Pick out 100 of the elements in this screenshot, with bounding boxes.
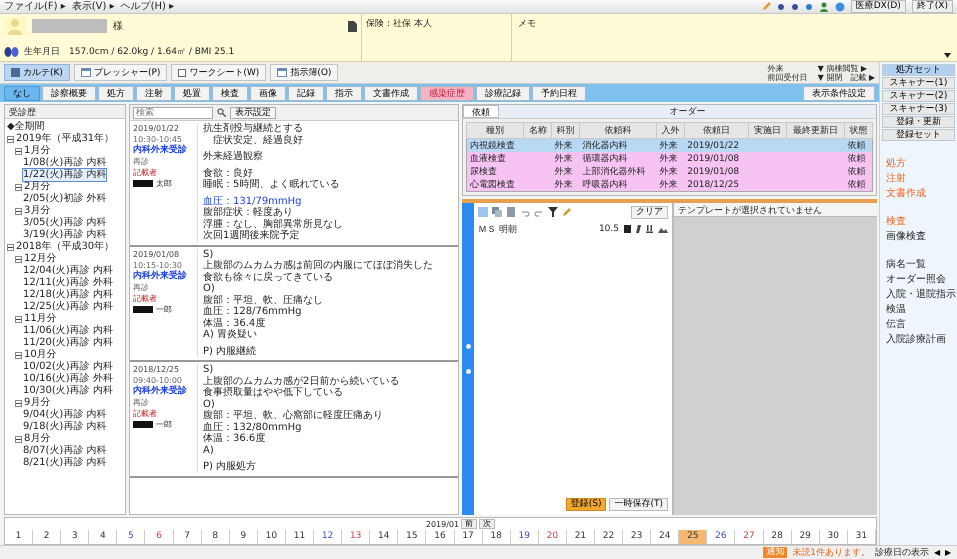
tab[interactable]: 記録 bbox=[288, 86, 324, 101]
tree-item[interactable]: 9/18(火)再診 内科 bbox=[23, 421, 106, 433]
tree-item[interactable]: 8/21(火)再診 内科 bbox=[23, 457, 106, 469]
toolbar-button[interactable]: プレッシャー(P) bbox=[74, 64, 168, 81]
menu-item[interactable]: ファイル(F) ▸ bbox=[4, 0, 66, 12]
tree-item[interactable]: 1月分 bbox=[24, 145, 50, 157]
side-link[interactable]: 病名一覧 bbox=[886, 259, 955, 271]
person-icon[interactable] bbox=[818, 2, 829, 12]
day-cell[interactable]: 20 bbox=[538, 530, 567, 544]
day-cell[interactable]: 5 bbox=[117, 530, 146, 544]
day-cell[interactable]: 31 bbox=[848, 530, 876, 544]
side-button[interactable]: スキャナー(2) bbox=[882, 90, 955, 102]
side-link[interactable]: 入院診療計画 bbox=[886, 334, 955, 346]
collapse-icon[interactable] bbox=[15, 256, 22, 262]
toolbar-button[interactable]: 指示簿(O) bbox=[270, 64, 338, 81]
filter-value[interactable]: ▼ 開閉 記載 ▶ bbox=[818, 72, 875, 82]
tree-item[interactable]: 3/05(火)再診 内科 bbox=[23, 217, 106, 229]
tree-item[interactable]: 12月分 bbox=[24, 253, 57, 265]
menu-button[interactable]: 医療DX(D) bbox=[850, 0, 906, 13]
font-size-select[interactable]: 10.5 bbox=[598, 224, 619, 234]
tree-item[interactable]: 10/02(火)再診 内科 bbox=[23, 361, 113, 373]
dot-icon[interactable] bbox=[790, 2, 799, 10]
day-cell[interactable]: 18 bbox=[482, 530, 511, 544]
table-row[interactable]: 血液検査 外来 循環器内科 外来 2019/01/08 依頼 bbox=[466, 152, 872, 165]
day-cell[interactable]: 1 bbox=[5, 530, 34, 544]
collapse-icon[interactable] bbox=[15, 148, 22, 154]
tree-item[interactable]: 9/04(火)再診 内科 bbox=[23, 409, 106, 421]
day-cell[interactable]: 25 bbox=[679, 530, 708, 544]
side-link[interactable]: オーダー照会 bbox=[886, 274, 955, 286]
tab[interactable]: 画像 bbox=[250, 86, 286, 101]
side-button[interactable]: スキャナー(1) bbox=[882, 77, 955, 89]
tree-item[interactable]: 12/04(火)再診 内科 bbox=[23, 265, 113, 277]
side-link[interactable]: 検温 bbox=[886, 304, 955, 316]
day-cell[interactable]: 17 bbox=[454, 530, 483, 544]
tree-item[interactable]: 12/11(火)再診 外科 bbox=[23, 277, 113, 289]
draft-button[interactable]: 一時保存(T) bbox=[609, 498, 668, 511]
next-button[interactable]: 次 bbox=[479, 519, 496, 529]
tree-item[interactable]: 8/07(火)再診 内科 bbox=[23, 445, 106, 457]
day-cell[interactable]: 2 bbox=[33, 530, 62, 544]
tree-item[interactable]: 1/22(火)再診 内科 bbox=[23, 169, 106, 181]
tab[interactable]: 処置 bbox=[174, 86, 210, 101]
dot-icon[interactable] bbox=[776, 2, 785, 10]
tree-item[interactable]: 10月分 bbox=[24, 349, 57, 361]
table-row[interactable]: 内視鏡検査 外来 消化器内科 外来 2019/01/22 依頼 bbox=[466, 138, 872, 152]
tree-item[interactable]: 2月分 bbox=[24, 181, 50, 193]
tab[interactable]: 依頼 bbox=[463, 105, 499, 118]
menu-item[interactable]: 表示(V) ▸ bbox=[72, 0, 115, 12]
tree-item[interactable]: 8月分 bbox=[24, 433, 50, 445]
day-cell[interactable]: 28 bbox=[764, 530, 792, 544]
side-button[interactable]: 登録・更新 bbox=[882, 116, 955, 128]
underline-icon[interactable] bbox=[646, 225, 653, 233]
settings-button[interactable]: 表示設定 bbox=[230, 106, 276, 118]
search-icon[interactable] bbox=[217, 108, 226, 117]
tree-item[interactable]: 1/08(火)再診 内科 bbox=[23, 157, 106, 169]
caret-icon[interactable] bbox=[944, 53, 951, 58]
tree-item[interactable]: 12/18(火)再診 内科 bbox=[23, 289, 113, 301]
day-cell[interactable]: 22 bbox=[594, 530, 624, 544]
day-cell[interactable]: 6 bbox=[145, 530, 174, 544]
tree-item[interactable]: 11/20(火)再診 内科 bbox=[23, 337, 113, 349]
day-cell[interactable]: 15 bbox=[398, 530, 426, 544]
collapse-icon[interactable] bbox=[15, 316, 22, 322]
settings-button[interactable]: 表示条件設定 bbox=[803, 86, 875, 101]
tab[interactable]: 予約日程 bbox=[532, 86, 586, 101]
side-link[interactable]: 入院・退院指示 bbox=[886, 289, 955, 301]
day-cell[interactable]: 16 bbox=[426, 530, 454, 544]
filter-icon[interactable] bbox=[548, 207, 558, 217]
day-cell[interactable]: 26 bbox=[707, 530, 736, 544]
tab[interactable]: 感染症歴 bbox=[420, 86, 474, 101]
tree-item[interactable]: 2018年（平成30年） bbox=[16, 241, 114, 253]
day-cell[interactable]: 10 bbox=[258, 530, 286, 544]
image-icon[interactable] bbox=[658, 225, 668, 233]
day-cell[interactable]: 9 bbox=[230, 530, 258, 544]
collapse-icon[interactable] bbox=[7, 244, 14, 250]
day-cell[interactable]: 8 bbox=[202, 530, 230, 544]
tab[interactable]: 注射 bbox=[136, 86, 172, 101]
font-select[interactable]: ＭＳ 明朝 bbox=[478, 222, 517, 236]
day-cell[interactable]: 13 bbox=[342, 530, 370, 544]
tab[interactable]: なし bbox=[4, 86, 40, 101]
collapse-icon[interactable] bbox=[7, 136, 14, 142]
tab[interactable]: 診療記録 bbox=[476, 86, 530, 101]
dot-icon[interactable] bbox=[804, 2, 813, 10]
filter-value[interactable]: ▼ 病棟閲覧 ▶ bbox=[818, 64, 875, 72]
day-cell[interactable]: 3 bbox=[61, 530, 90, 544]
tree-item[interactable]: 10/30(火)再診 内科 bbox=[23, 385, 113, 397]
day-cell[interactable]: 27 bbox=[735, 530, 764, 544]
save-button[interactable]: 登録(S) bbox=[566, 498, 606, 511]
tree-item[interactable]: 3月分 bbox=[24, 205, 50, 217]
prev-button[interactable]: 前 bbox=[461, 519, 478, 529]
clear-button[interactable]: クリア bbox=[631, 206, 668, 218]
collapse-icon[interactable] bbox=[15, 208, 22, 214]
tree-item[interactable]: 12/25(火)再診 内科 bbox=[23, 301, 113, 313]
tree-item[interactable]: 2019年（平成31年） bbox=[16, 133, 114, 145]
tree-item[interactable]: 9月分 bbox=[24, 397, 50, 409]
collapse-icon[interactable] bbox=[15, 436, 22, 442]
day-cell[interactable]: 14 bbox=[370, 530, 398, 544]
tab[interactable]: 指示 bbox=[326, 86, 362, 101]
checkbox[interactable]: ワークシート(W) bbox=[171, 64, 266, 81]
tab[interactable]: 検査 bbox=[212, 86, 248, 101]
tab[interactable]: 処方 bbox=[98, 86, 134, 101]
collapse-icon[interactable] bbox=[15, 400, 22, 406]
